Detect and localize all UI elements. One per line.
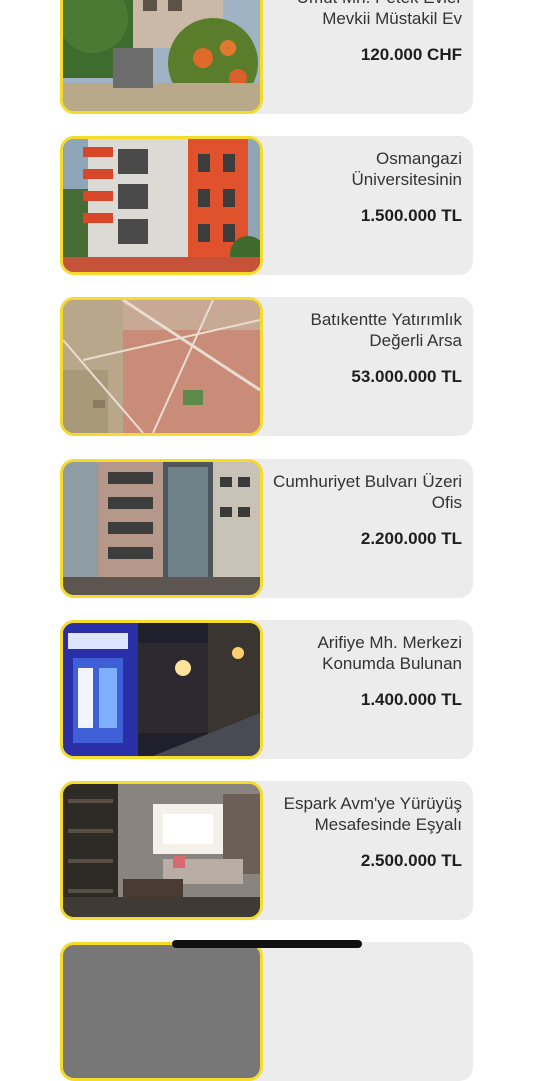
listing-price: 1.500.000 TL bbox=[360, 206, 462, 225]
listing-price: 2.200.000 TL bbox=[360, 529, 462, 548]
listing-image bbox=[60, 942, 263, 1081]
listing-card[interactable]: Cumhuriyet Bulvarı Üzeri Ofis 2.200.000 … bbox=[60, 459, 473, 598]
listing-title: Cumhuriyet Bulvarı Üzeri Ofis bbox=[273, 472, 462, 512]
listing-image bbox=[60, 297, 263, 436]
listing-image bbox=[60, 459, 263, 598]
listing-list: Ümüt Mh. Petek Evler Mevkii Müstakil Ev … bbox=[0, 0, 534, 1081]
listing-price: 1.400.000 TL bbox=[360, 690, 462, 709]
listing-price: 2.500.000 TL bbox=[360, 851, 462, 870]
listing-image bbox=[60, 136, 263, 275]
listing-card[interactable]: Ümüt Mh. Petek Evler Mevkii Müstakil Ev … bbox=[60, 0, 473, 114]
listing-card[interactable]: Batıkentte Yatırımlık Değerli Arsa 53.00… bbox=[60, 297, 473, 436]
listing-image bbox=[60, 781, 263, 920]
listing-image bbox=[60, 0, 263, 114]
listing-card[interactable]: Arifiye Mh. Merkezi Konumda Bulunan 1.40… bbox=[60, 620, 473, 759]
listing-price: 53.000.000 TL bbox=[351, 367, 462, 386]
listing-title: Osmangazi Üniversitesinin bbox=[351, 149, 462, 189]
listing-price: 120.000 CHF bbox=[360, 45, 462, 64]
listing-title: Batıkentte Yatırımlık Değerli Arsa bbox=[310, 310, 463, 350]
listing-card[interactable]: Osmangazi Üniversitesinin 1.500.000 TL bbox=[60, 136, 473, 275]
listing-title: Ümüt Mh. Petek Evler Mevkii Müstakil Ev bbox=[297, 0, 462, 28]
listing-card[interactable]: Espark Avm'ye Yürüyüş Mesafesinde Eşyalı… bbox=[60, 781, 473, 920]
listing-card[interactable] bbox=[60, 942, 473, 1081]
home-indicator bbox=[172, 940, 362, 948]
listing-title: Espark Avm'ye Yürüyüş Mesafesinde Eşyalı bbox=[283, 794, 462, 834]
listing-title: Arifiye Mh. Merkezi Konumda Bulunan bbox=[317, 633, 462, 673]
listing-image bbox=[60, 620, 263, 759]
